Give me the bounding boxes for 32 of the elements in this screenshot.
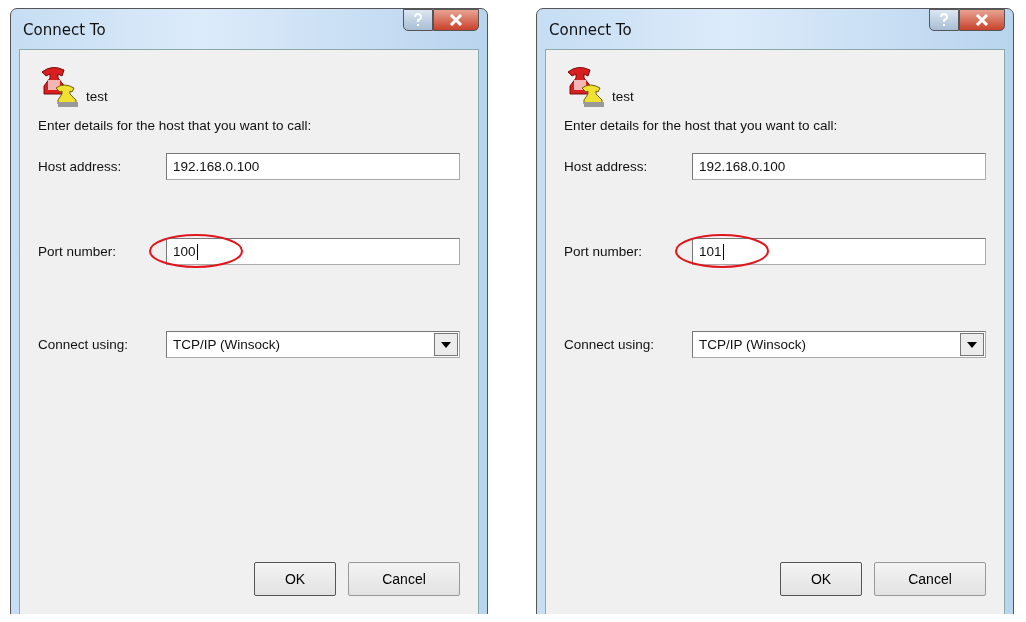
instruction-text: Enter details for the host that you want to call: (38, 118, 313, 133)
port-number-label: Port number: (38, 244, 118, 259)
connection-name: test (612, 89, 634, 104)
help-button[interactable] (403, 9, 433, 31)
connection-name: test (86, 89, 108, 104)
close-icon (975, 14, 989, 26)
connect-using-dropdown[interactable]: TCP/IP (Winsock) (692, 331, 986, 358)
connect-using-dropdown[interactable]: TCP/IP (Winsock) (166, 331, 460, 358)
port-number-field[interactable]: 100 (166, 238, 460, 265)
port-number-label: Port number: (564, 244, 644, 259)
host-address-label: Host address: (564, 159, 649, 174)
help-icon (413, 13, 423, 27)
host-address-field[interactable]: 192.168.0.100 (166, 153, 460, 180)
window-title: Connect To (549, 21, 632, 39)
cancel-button[interactable]: Cancel (874, 562, 986, 596)
dropdown-arrow-icon (967, 341, 977, 348)
cancel-button[interactable]: Cancel (348, 562, 460, 596)
close-icon (449, 14, 463, 26)
ok-button[interactable]: OK (780, 562, 862, 596)
help-button[interactable] (929, 9, 959, 31)
port-number-field[interactable]: 101 (692, 238, 986, 265)
connect-using-label: Connect using: (38, 337, 130, 352)
connect-using-label: Connect using: (564, 337, 656, 352)
instruction-text: Enter details for the host that you want to call: (564, 118, 839, 133)
host-address-field[interactable]: 192.168.0.100 (692, 153, 986, 180)
close-button[interactable] (433, 9, 479, 31)
help-icon (939, 13, 949, 27)
host-address-label: Host address: (38, 159, 123, 174)
dropdown-arrow-icon (441, 341, 451, 348)
ok-button[interactable]: OK (254, 562, 336, 596)
window-title: Connect To (23, 21, 106, 39)
close-button[interactable] (959, 9, 1005, 31)
